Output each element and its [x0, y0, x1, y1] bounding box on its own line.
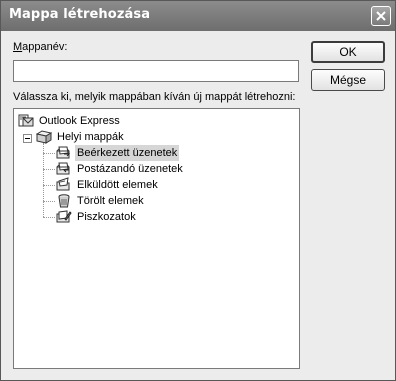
drafts-folder-icon [56, 210, 72, 223]
title-bar[interactable]: Mappa létrehozása [1, 1, 395, 31]
tree-line [43, 153, 55, 155]
tree-node-label: Piszkozatok [77, 211, 136, 223]
folder-tree[interactable]: Outlook Express Helyi mappák Beérkezett … [13, 108, 300, 369]
tree-line [43, 201, 55, 203]
close-icon [376, 11, 386, 21]
tree-line [43, 185, 55, 187]
tree-node-label: Helyi mappák [57, 131, 124, 143]
ok-button[interactable]: OK [311, 41, 385, 63]
local-folders-icon [36, 130, 52, 144]
tree-node-label: Törölt elemek [77, 195, 144, 207]
collapse-toggle[interactable] [23, 134, 32, 143]
close-button[interactable] [371, 6, 391, 26]
tree-node-label: Elküldött elemek [77, 179, 158, 191]
create-folder-dialog: Mappa létrehozása Mappanév: Válassza ki,… [0, 0, 396, 381]
tree-node-label: Beérkezett üzenetek [75, 145, 180, 161]
tree-line [43, 169, 55, 171]
dialog-title: Mappa létrehozása [9, 7, 151, 22]
inbox-folder-icon [56, 146, 71, 159]
deleted-items-folder-icon [58, 194, 70, 208]
tree-line [43, 217, 55, 219]
folder-name-label-text: appanév: [22, 41, 68, 53]
folder-name-input[interactable] [13, 60, 299, 82]
cancel-button[interactable]: Mégse [311, 69, 385, 91]
tree-node-label: Outlook Express [39, 115, 120, 127]
outlook-express-icon [18, 114, 34, 127]
tree-node-label: Postázandó üzenetek [77, 163, 183, 175]
folder-name-label: Mappanév: [13, 41, 67, 53]
tree-prompt-label: Válassza ki, melyik mappában kíván új ma… [13, 91, 296, 103]
sent-items-folder-icon [56, 177, 70, 191]
folder-name-accesskey: M [13, 41, 23, 53]
outbox-folder-icon [56, 162, 70, 175]
